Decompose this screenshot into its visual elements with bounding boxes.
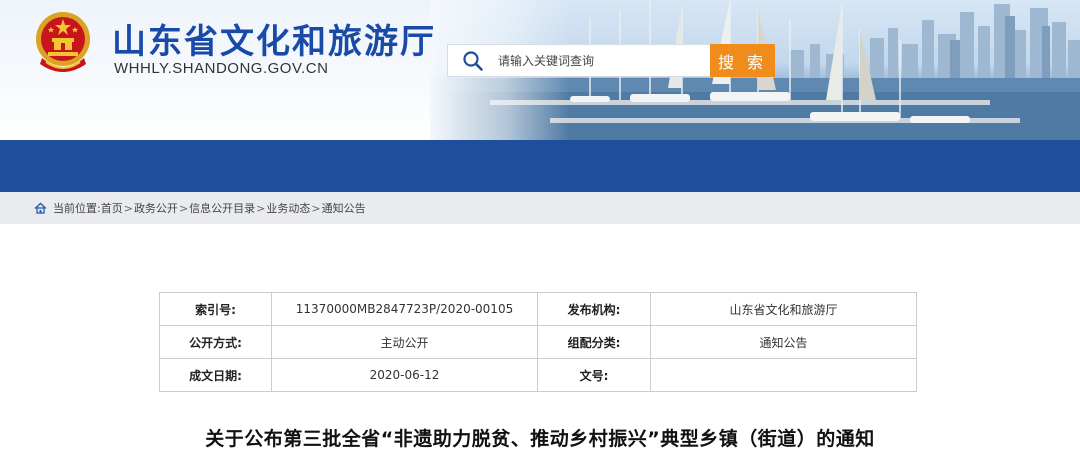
breadcrumb-item-government-affairs[interactable]: 政务公开: [134, 200, 178, 216]
breadcrumb-prefix: 当前位置:: [53, 202, 101, 215]
written-date-value: 2020-06-12: [271, 358, 538, 392]
breadcrumb-item-info-directory[interactable]: 信息公开目录: [189, 200, 255, 216]
site-title[interactable]: 山东省文化和旅游厅: [112, 14, 436, 63]
search-button[interactable]: 搜 索: [710, 44, 775, 77]
document-number-label: 文号:: [537, 358, 651, 392]
category-label: 组配分类:: [537, 325, 651, 359]
national-emblem-icon: [36, 12, 90, 72]
publisher-value: 山东省文化和旅游厅: [650, 292, 917, 326]
document-info-table: 索引号: 11370000MB2847723P/2020-00105 发布机构:…: [159, 292, 917, 392]
article-title: 关于公布第三批全省“非遗助力脱贫、推动乡村振兴”典型乡镇（街道）的通知: [205, 428, 875, 450]
breadcrumb-separator: >: [123, 201, 133, 215]
table-row: 公开方式: 主动公开 组配分类: 通知公告: [159, 325, 917, 359]
home-icon: [34, 202, 47, 214]
main-nav-bar: [0, 140, 1080, 192]
breadcrumb-separator: >: [256, 201, 266, 215]
index-number-label: 索引号:: [159, 292, 272, 326]
written-date-label: 成文日期:: [159, 358, 272, 392]
disclosure-method-value: 主动公开: [271, 325, 538, 359]
category-value: 通知公告: [650, 325, 917, 359]
document-number-value: [650, 358, 917, 392]
search-bar: [447, 44, 711, 77]
table-row: 索引号: 11370000MB2847723P/2020-00105 发布机构:…: [159, 292, 917, 326]
breadcrumb-item-notices[interactable]: 通知公告: [322, 200, 366, 216]
breadcrumb-separator: >: [178, 201, 189, 215]
search-icon[interactable]: [462, 50, 484, 72]
disclosure-method-label: 公开方式:: [159, 325, 272, 359]
search-input[interactable]: [498, 46, 698, 75]
site-header: 山东省文化和旅游厅 WHHLY.SHANDONG.GOV.CN 搜 索: [0, 0, 1080, 140]
site-domain: WHHLY.SHANDONG.GOV.CN: [114, 60, 329, 77]
breadcrumb: 当前位置: 首页 > 政务公开 > 信息公开目录 > 业务动态 > 通知公告: [0, 192, 1080, 224]
table-row: 成文日期: 2020-06-12 文号:: [159, 358, 917, 392]
publisher-label: 发布机构:: [537, 292, 651, 326]
breadcrumb-item-business-news[interactable]: 业务动态: [266, 200, 310, 216]
breadcrumb-separator: >: [311, 201, 321, 215]
breadcrumb-item-home[interactable]: 首页: [101, 200, 123, 216]
index-number-value: 11370000MB2847723P/2020-00105: [271, 292, 538, 326]
